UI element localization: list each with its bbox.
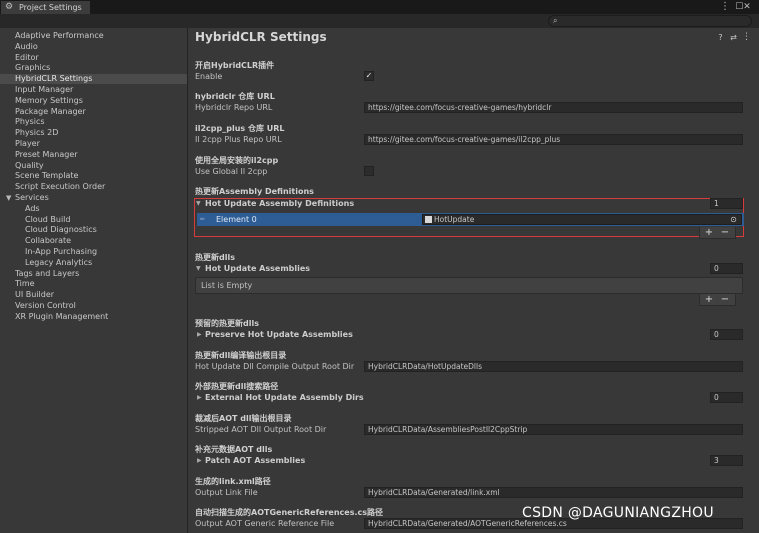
foldout-open-icon[interactable]: ▼	[196, 200, 201, 207]
section-header-patch-aot: 补充元数据AOT dlls	[195, 445, 273, 454]
section-header-compile-output: 热更新dll编译输出根目录	[195, 351, 287, 360]
il2cpp-plus-url-field[interactable]: https://gitee.com/focus-creative-games/i…	[364, 134, 743, 145]
foldout-hot-update-assemblies[interactable]: Hot Update Assemblies	[205, 264, 310, 273]
sidebar-item-player[interactable]: Player	[15, 139, 40, 149]
sidebar-item-scene-template[interactable]: Scene Template	[15, 171, 78, 181]
label-link-xml: Output Link File	[195, 488, 258, 497]
repo-url-field[interactable]: https://gitee.com/focus-creative-games/h…	[364, 102, 743, 113]
foldout-closed-icon[interactable]: ▶	[197, 457, 202, 464]
sidebar-item-cloud-diagnostics[interactable]: Cloud Diagnostics	[25, 225, 97, 235]
window-tab-bar	[0, 0, 759, 14]
section-header-enable: 开启HybridCLR插件	[195, 61, 275, 70]
section-header-aot-generic: 自动扫描生成的AOTGenericReferences.cs路径	[195, 508, 384, 517]
drag-handle-icon[interactable]: ═	[200, 214, 208, 225]
foldout-open-icon[interactable]: ▼	[196, 265, 201, 272]
global-il2cpp-checkbox[interactable]	[364, 166, 374, 176]
section-header-stripped-aot: 裁减后AOT dll输出根目录	[195, 414, 292, 423]
preserve-count-field[interactable]: 0	[710, 329, 743, 340]
sidebar-divider[interactable]	[187, 28, 188, 533]
help-icon[interactable]: ?	[716, 33, 725, 42]
tab-title: Project Settings	[19, 3, 82, 12]
sidebar-item-tags-and-layers[interactable]: Tags and Layers	[15, 269, 79, 279]
window-menu-icon[interactable]: ⋮	[720, 1, 730, 13]
gear-icon: ⚙	[5, 2, 14, 12]
sidebar-item-legacy-analytics[interactable]: Legacy Analytics	[25, 258, 92, 268]
external-dirs-count-field[interactable]: 0	[710, 392, 743, 403]
asset-icon	[425, 216, 432, 223]
search-icon: ⌕	[553, 16, 558, 25]
foldout-closed-icon[interactable]: ▶	[197, 331, 202, 338]
remove-element-icon[interactable]: −	[718, 294, 732, 305]
add-element-icon[interactable]: +	[702, 227, 716, 238]
search-input[interactable]	[566, 16, 750, 26]
section-header-preserve: 预留的热更新dlls	[195, 319, 259, 328]
sidebar-item-memory-settings[interactable]: Memory Settings	[15, 96, 83, 106]
kebab-menu-icon[interactable]: ⋮	[742, 33, 751, 42]
sidebar-item-collaborate[interactable]: Collaborate	[25, 236, 71, 246]
sidebar-item-quality[interactable]: Quality	[15, 161, 44, 171]
label-global-il2cpp: Use Global Il 2cpp	[195, 167, 268, 176]
sidebar-item-ads[interactable]: Ads	[25, 204, 40, 214]
section-header-asm-defs: 热更新Assembly Definitions	[195, 187, 314, 196]
empty-list-box	[195, 277, 743, 294]
sidebar-item-ui-builder[interactable]: UI Builder	[15, 290, 54, 300]
section-header-hot-update-dlls: 热更新dlls	[195, 253, 235, 262]
sidebar-item-in-app-purchasing[interactable]: In-App Purchasing	[25, 247, 97, 257]
enable-checkbox[interactable]: ✓	[364, 71, 374, 81]
sidebar-item-package-manager[interactable]: Package Manager	[15, 107, 86, 117]
foldout-patch-aot[interactable]: Patch AOT Assemblies	[205, 456, 305, 465]
watermark-text: CSDN @DAGUNIANGZHOU	[522, 505, 714, 521]
remove-element-icon[interactable]: −	[718, 227, 732, 238]
label-enable: Enable	[195, 72, 223, 81]
link-xml-field[interactable]: HybridCLRData/Generated/link.xml	[364, 487, 743, 498]
stripped-aot-field[interactable]: HybridCLRData/AssembliesPostIl2CppStrip	[364, 424, 743, 435]
expand-arrow-icon[interactable]: ▼	[6, 193, 14, 203]
add-element-icon[interactable]: +	[702, 294, 716, 305]
object-picker-icon[interactable]: ⊙	[728, 214, 739, 225]
section-header-global-il2cpp: 使用全局安装的il2cpp	[195, 156, 279, 165]
page-title: HybridCLR Settings	[195, 30, 327, 44]
label-repo-url: Hybridclr Repo URL	[195, 103, 273, 112]
asset-object-value: HotUpdate	[434, 215, 475, 224]
label-stripped-aot: Stripped AOT Dll Output Root Dir	[195, 425, 327, 434]
check-icon: ✓	[365, 71, 373, 80]
foldout-preserve-assemblies[interactable]: Preserve Hot Update Assemblies	[205, 330, 353, 339]
foldout-asm-defs[interactable]: Hot Update Assembly Definitions	[205, 199, 354, 208]
sidebar-item-services[interactable]: Services	[15, 193, 49, 203]
sidebar-item-graphics[interactable]: Graphics	[15, 63, 50, 73]
sidebar-item-hybridclr-settings[interactable]: HybridCLR Settings	[0, 74, 187, 84]
label-aot-generic: Output AOT Generic Reference File	[195, 519, 335, 528]
asm-defs-count-field[interactable]: 1	[710, 198, 743, 209]
hot-update-assemblies-count-field[interactable]: 0	[710, 263, 743, 274]
sidebar-item-physics-2d[interactable]: Physics 2D	[15, 128, 58, 138]
sidebar-item-version-control[interactable]: Version Control	[15, 301, 76, 311]
sidebar-item-input-manager[interactable]: Input Manager	[15, 85, 73, 95]
sidebar-item-time[interactable]: Time	[15, 279, 35, 289]
section-header-il2cpp-plus-url: il2cpp_plus 仓库 URL	[195, 124, 285, 133]
window-close-icon[interactable]: ☐✕	[734, 1, 752, 13]
label-il2cpp-plus-url: Il 2cpp Plus Repo URL	[195, 135, 282, 144]
sidebar-item-adaptive-performance[interactable]: Adaptive Performance	[15, 31, 104, 41]
patch-aot-count-field[interactable]: 3	[710, 455, 743, 466]
section-header-repo-url: hybridclr 仓库 URL	[195, 92, 275, 101]
empty-list-text: List is Empty	[201, 281, 253, 290]
sidebar-item-audio[interactable]: Audio	[15, 42, 38, 52]
foldout-external-dirs[interactable]: External Hot Update Assembly Dirs	[205, 393, 364, 402]
section-header-external-dirs: 外部热更新dll搜索路径	[195, 382, 279, 391]
sidebar-item-physics[interactable]: Physics	[15, 117, 45, 127]
sidebar-item-editor[interactable]: Editor	[15, 53, 39, 63]
sidebar-item-preset-manager[interactable]: Preset Manager	[15, 150, 78, 160]
element-label: Element 0	[216, 215, 257, 224]
foldout-closed-icon[interactable]: ▶	[197, 394, 202, 401]
sidebar-item-cloud-build[interactable]: Cloud Build	[25, 215, 70, 225]
preset-icon[interactable]: ⇄	[729, 33, 738, 42]
label-compile-output: Hot Update Dll Compile Output Root Dir	[195, 362, 355, 371]
section-header-link-xml: 生成的link.xml路径	[195, 477, 271, 486]
sidebar-item-xr-plugin-management[interactable]: XR Plugin Management	[15, 312, 108, 322]
sidebar-item-script-execution-order[interactable]: Script Execution Order	[15, 182, 105, 192]
compile-output-field[interactable]: HybridCLRData/HotUpdateDlls	[364, 361, 743, 372]
